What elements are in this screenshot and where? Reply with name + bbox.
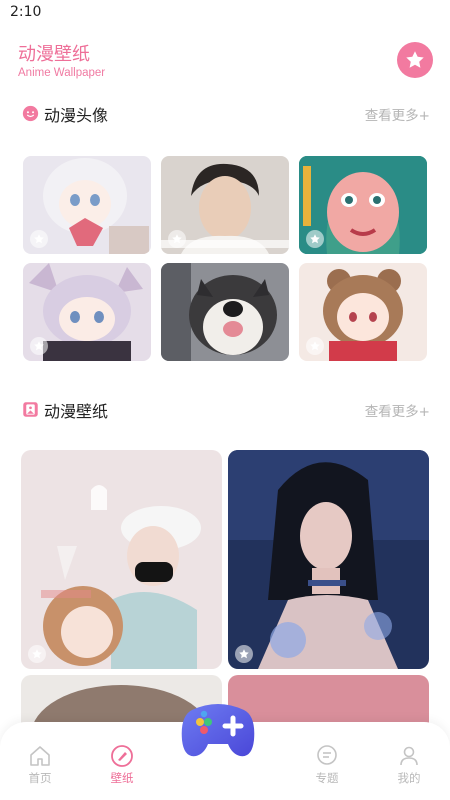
avatars-section-header: 动漫头像 查看更多+ [0, 102, 450, 126]
star-icon [406, 51, 424, 68]
nav-label-wallpaper: 壁纸 [110, 771, 134, 785]
favorite-star-badge[interactable] [306, 337, 324, 355]
star-icon [34, 234, 44, 244]
wallpaper-card[interactable] [228, 450, 429, 669]
smile-face-icon [22, 105, 39, 122]
favorite-star-badge[interactable] [235, 645, 253, 663]
wallpaper-image [228, 450, 429, 669]
app-header: 动漫壁纸 Anime Wallpaper [0, 34, 450, 90]
favorite-star-badge[interactable] [28, 645, 46, 663]
wallpaper-card[interactable] [21, 450, 222, 669]
game-center-button[interactable] [178, 692, 258, 768]
avatar-card[interactable] [299, 156, 427, 254]
star-icon [34, 341, 44, 351]
avatars-section-title: 动漫头像 [44, 106, 109, 125]
status-time: 2:10 [10, 4, 42, 20]
star-icon [32, 649, 42, 659]
nav-label-profile: 我的 [397, 771, 421, 785]
app-title: 动漫壁纸 [18, 44, 90, 65]
nav-item-wallpaper[interactable]: 壁纸 [97, 744, 147, 794]
star-icon [172, 234, 182, 244]
favorite-star-badge[interactable] [30, 230, 48, 248]
chat-bubble-icon [317, 745, 337, 765]
favorite-star-badge[interactable] [168, 230, 186, 248]
star-icon [239, 649, 249, 659]
picture-icon [23, 402, 38, 417]
avatar-card[interactable] [299, 263, 427, 361]
star-icon [310, 234, 320, 244]
wallpapers-section-title: 动漫壁纸 [44, 402, 109, 421]
person-icon [400, 746, 418, 766]
star-icon [310, 341, 320, 351]
avatar-card[interactable] [161, 263, 289, 361]
nav-item-profile[interactable]: 我的 [384, 744, 434, 794]
favorite-star-badge[interactable] [306, 230, 324, 248]
avatar-card[interactable] [23, 156, 151, 254]
nav-label-topics: 专题 [315, 771, 339, 785]
nav-item-topics[interactable]: 专题 [302, 744, 352, 794]
favorites-button[interactable] [397, 42, 433, 78]
avatar-image [161, 263, 289, 361]
gamepad-icon [181, 704, 255, 757]
favorite-star-badge[interactable] [30, 337, 48, 355]
app-subtitle: Anime Wallpaper [18, 67, 106, 79]
nav-label-home: 首页 [28, 771, 52, 785]
wallpapers-see-more-link[interactable]: 查看更多+ [365, 400, 430, 420]
brush-icon [111, 745, 133, 767]
wallpaper-image [21, 450, 222, 669]
avatars-see-more-link[interactable]: 查看更多+ [365, 104, 430, 124]
wallpapers-section-header: 动漫壁纸 查看更多+ [0, 398, 450, 422]
avatar-card[interactable] [161, 156, 289, 254]
nav-item-home[interactable]: 首页 [15, 744, 65, 794]
avatar-card[interactable] [23, 263, 151, 361]
status-bar: 2:10 [0, 0, 450, 26]
home-icon [30, 746, 50, 766]
